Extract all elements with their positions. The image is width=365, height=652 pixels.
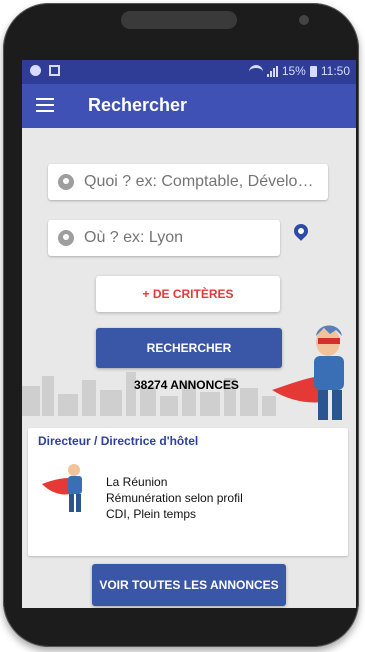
page-title: Rechercher <box>88 95 188 115</box>
wifi-icon <box>248 64 263 78</box>
person-icon <box>58 174 74 190</box>
job-mascot <box>42 464 82 512</box>
location-icon <box>58 230 74 246</box>
superhero-mascot <box>272 325 344 420</box>
signal-icon <box>266 65 278 77</box>
view-all-button[interactable]: VOIR TOUTES LES ANNONCES <box>92 564 286 606</box>
job-card[interactable]: Directeur / Directrice d'hôtel La Réunio… <box>28 428 348 556</box>
status-bar: 15% 11:50 <box>22 60 356 84</box>
more-criteria-button[interactable]: + DE CRITÈRES <box>96 276 280 312</box>
search-button[interactable]: RECHERCHER <box>96 328 282 368</box>
job-title[interactable]: Directeur / Directrice d'hôtel <box>38 434 198 448</box>
where-field[interactable] <box>48 220 280 256</box>
speaker-grill <box>121 11 237 29</box>
pin-icon[interactable] <box>291 221 311 241</box>
app-screen: 15% 11:50 Rechercher + DE CRITÈRES RECHE… <box>22 60 356 608</box>
where-input[interactable] <box>82 228 280 248</box>
what-input[interactable] <box>82 172 328 192</box>
clock: 11:50 <box>320 64 350 78</box>
results-count: 38274 ANNONCES <box>134 378 239 392</box>
battery-icon <box>309 65 317 77</box>
gallery-icon <box>49 65 60 76</box>
front-camera <box>299 15 309 25</box>
menu-icon[interactable] <box>36 98 54 112</box>
job-salary: Rémunération selon profil <box>106 491 243 505</box>
app-bar: Rechercher <box>22 84 356 128</box>
job-contract: CDI, Plein temps <box>106 507 197 521</box>
job-location: La Réunion <box>106 475 168 489</box>
battery-percent: 15% <box>281 64 306 78</box>
what-field[interactable] <box>48 164 328 200</box>
skype-icon <box>30 65 41 76</box>
